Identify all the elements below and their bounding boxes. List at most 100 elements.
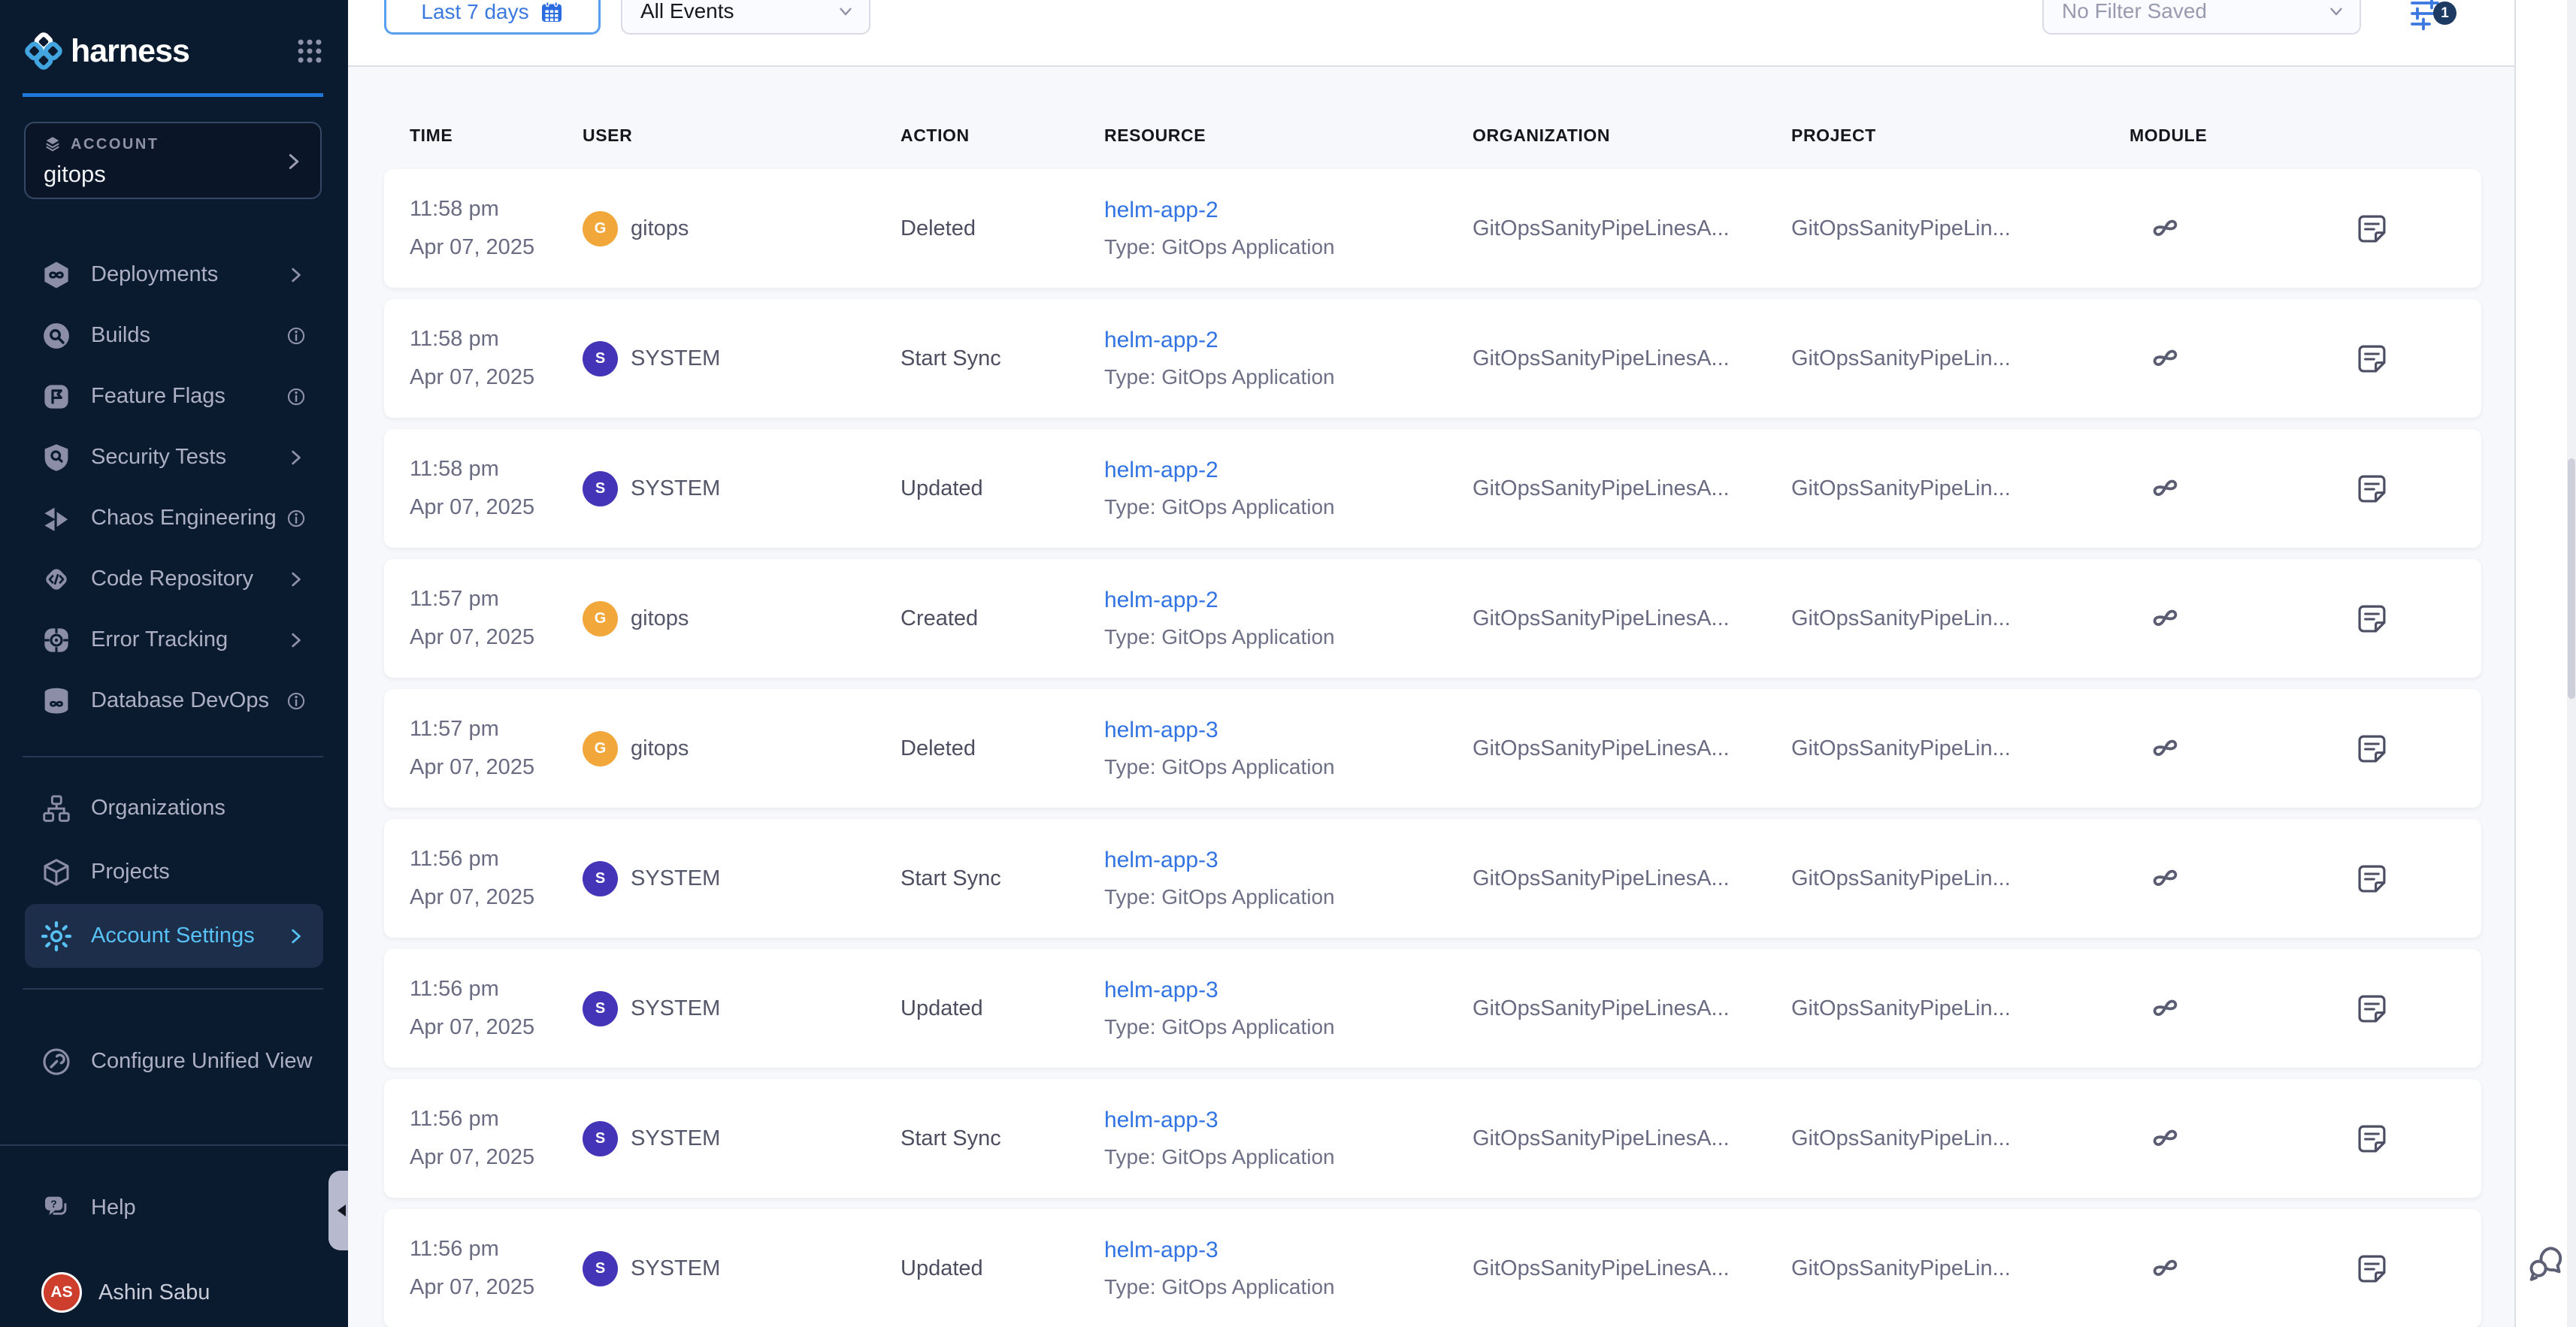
cell-user: SSYSTEM [583,861,901,896]
account-selector[interactable]: ACCOUNT gitops [24,122,322,199]
filter-panel-button[interactable]: 1 [2408,0,2475,36]
sidebar-item-feature-flags[interactable]: Feature Flags [25,366,323,427]
audit-event-row[interactable]: 11:58 pmApr 07, 2025GgitopsDeletedhelm-a… [384,169,2481,288]
user-name: SYSTEM [631,1256,720,1281]
cell-project: GitOpsSanityPipeLin... [1791,1256,2130,1281]
cell-project: GitOpsSanityPipeLin... [1791,476,2130,501]
event-summary-icon[interactable] [2355,992,2389,1026]
event-date: Apr 07, 2025 [410,1145,583,1170]
user-name: gitops [631,736,689,761]
user-avatar: G [583,731,618,766]
audit-event-row[interactable]: 11:57 pmApr 07, 2025GgitopsCreatedhelm-a… [384,559,2481,678]
scrollbar-track[interactable] [2567,0,2576,1327]
sidebar-item-label: Chaos Engineering [91,506,277,530]
support-chat-icon[interactable] [2525,1241,2567,1283]
sidebar-item-label: Security Tests [91,445,226,470]
info-icon[interactable] [286,691,307,712]
column-header-resource: RESOURCE [1104,125,1473,146]
resource-type: Type: GitOps Application [1104,625,1473,649]
column-header-organization: ORGANIZATION [1473,125,1791,146]
cell-action: Deleted [901,216,1104,241]
cell-organization: GitOpsSanityPipeLinesA... [1473,476,1791,501]
database-devops-icon [41,686,71,716]
user-avatar: AS [41,1272,82,1313]
sidebar-item-error-tracking[interactable]: Error Tracking [25,609,323,670]
resource-link[interactable]: helm-app-3 [1104,1108,1473,1133]
cell-time: 11:57 pmApr 07, 2025 [410,587,583,650]
app-grid-icon[interactable] [295,37,324,65]
sidebar-item-code-repository[interactable]: Code Repository [25,549,323,609]
resource-link[interactable]: helm-app-2 [1104,328,1473,353]
projects-icon [41,857,71,887]
sidebar-nav-secondary: Organizations Projects Account Settings [0,776,348,968]
sidebar-collapse-handle[interactable] [328,1171,348,1250]
resource-link[interactable]: helm-app-2 [1104,198,1473,223]
sidebar-item-account-settings[interactable]: Account Settings [25,904,323,968]
cell-resource: helm-app-3Type: GitOps Application [1104,978,1473,1039]
event-date: Apr 07, 2025 [410,495,583,520]
event-date: Apr 07, 2025 [410,1015,583,1040]
resource-type: Type: GitOps Application [1104,755,1473,779]
cell-organization: GitOpsSanityPipeLinesA... [1473,1256,1791,1281]
audit-event-row[interactable]: 11:56 pmApr 07, 2025SSYSTEMUpdatedhelm-a… [384,1209,2481,1327]
event-summary-icon[interactable] [2355,732,2389,766]
saved-filter-value: No Filter Saved [2062,0,2207,23]
event-summary-icon[interactable] [2355,212,2389,246]
date-range-button[interactable]: Last 7 days [384,0,601,35]
event-type-select[interactable]: All Events [621,0,870,35]
cell-module [2130,1250,2355,1286]
event-summary-icon[interactable] [2355,1252,2389,1286]
audit-event-row[interactable]: 11:56 pmApr 07, 2025SSYSTEMStart Synchel… [384,819,2481,938]
audit-event-row[interactable]: 11:56 pmApr 07, 2025SSYSTEMStart Synchel… [384,1079,2481,1198]
main-content: Last 7 days All Events No Filter Saved 1… [348,0,2514,1327]
resource-link[interactable]: helm-app-3 [1104,1238,1473,1263]
sidebar-item-builds[interactable]: Builds [25,305,323,366]
saved-filter-select[interactable]: No Filter Saved [2042,0,2361,35]
event-time: 11:56 pm [410,847,583,872]
info-icon[interactable] [286,325,307,346]
resource-link[interactable]: helm-app-2 [1104,458,1473,483]
resource-link[interactable]: helm-app-3 [1104,978,1473,1003]
sidebar-item-configure-unified-view[interactable]: Configure Unified View [25,1029,323,1093]
sidebar-item-deployments[interactable]: Deployments [25,244,323,305]
user-avatar: S [583,861,618,896]
event-summary-icon[interactable] [2355,472,2389,506]
sidebar-item-chaos-engineering[interactable]: Chaos Engineering [25,488,323,549]
harness-audit-trail-page: harness ACCOUNT gitops Deployments Build… [0,0,2576,1327]
event-summary-icon[interactable] [2355,1122,2389,1156]
event-summary-icon[interactable] [2355,862,2389,896]
audit-event-row[interactable]: 11:56 pmApr 07, 2025SSYSTEMUpdatedhelm-a… [384,949,2481,1068]
audit-event-row[interactable]: 11:57 pmApr 07, 2025GgitopsDeletedhelm-a… [384,689,2481,808]
audit-event-row[interactable]: 11:58 pmApr 07, 2025SSYSTEMUpdatedhelm-a… [384,429,2481,548]
cell-resource: helm-app-2 Type: GitOps Application [1104,588,1473,649]
resource-link[interactable]: helm-app-2 [1104,588,1473,613]
user-avatar: S [583,991,618,1026]
info-icon[interactable] [286,508,307,529]
cell-event-summary [2355,212,2481,246]
resource-link[interactable]: helm-app-3 [1104,848,1473,873]
sidebar-item-organizations[interactable]: Organizations [25,776,323,840]
event-summary-icon[interactable] [2355,602,2389,636]
sidebar-item-help[interactable]: ? Help [25,1177,323,1238]
sidebar-item-label: Code Repository [91,567,253,591]
cell-time: 11:58 pmApr 07, 2025 [410,197,583,260]
svg-text:?: ? [50,1199,56,1210]
gitops-module-icon [2148,1250,2184,1286]
sidebar-user-profile[interactable]: AS Ashin Sabu [25,1262,323,1322]
resource-link[interactable]: helm-app-3 [1104,718,1473,743]
event-summary-icon[interactable] [2355,342,2389,376]
cell-user: Ggitops [583,731,901,766]
brand-underline [23,93,323,97]
scrollbar-thumb[interactable] [2568,458,2575,699]
cell-time: 11:56 pmApr 07, 2025 [410,847,583,910]
sidebar-item-label: Builds [91,323,150,348]
audit-event-row[interactable]: 11:58 pmApr 07, 2025SSYSTEMStart Synchel… [384,299,2481,418]
sidebar-item-database-devops[interactable]: Database DevOps [25,670,323,731]
sidebar-item-projects[interactable]: Projects [25,840,323,904]
user-avatar: S [583,471,618,506]
sidebar-item-security-tests[interactable]: Security Tests [25,427,323,488]
account-label: ACCOUNT [71,136,159,153]
account-settings-icon [41,921,71,951]
cell-action: Updated [901,476,1104,501]
info-icon[interactable] [286,386,307,407]
